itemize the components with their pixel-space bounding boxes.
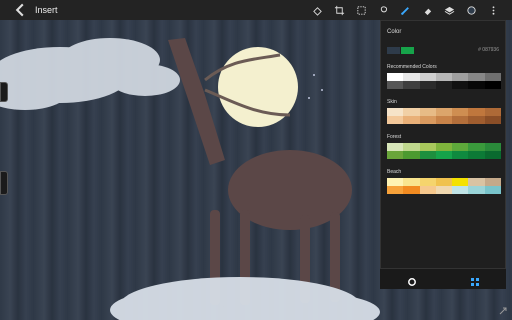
section-label: Recommended Colors	[387, 64, 437, 70]
color-swatch[interactable]	[484, 73, 501, 81]
color-hex: # 087936	[478, 47, 499, 53]
color-swatch[interactable]	[403, 186, 420, 194]
grid-icon[interactable]	[470, 274, 480, 286]
color-swatch[interactable]	[468, 143, 485, 151]
color-swatch[interactable]	[468, 186, 485, 194]
color-panel: Color # 087936 Recommended Colors Skin F…	[380, 20, 506, 288]
beach-grid	[387, 178, 501, 194]
page-title: Insert	[35, 5, 58, 15]
color-swatch[interactable]	[387, 81, 404, 89]
color-swatch[interactable]	[484, 151, 501, 159]
color-swatch[interactable]	[387, 186, 404, 194]
color-swatch[interactable]	[452, 116, 469, 124]
color-swatch[interactable]	[435, 151, 453, 159]
recommended-colors-grid	[387, 73, 501, 89]
eraser-icon[interactable]	[416, 0, 438, 20]
section-label: Skin	[387, 99, 397, 105]
cloud-left	[0, 38, 180, 110]
select-icon[interactable]	[350, 0, 372, 20]
color-swatch[interactable]	[419, 116, 436, 124]
color-swatch[interactable]	[419, 81, 436, 89]
forest-section: Forest	[387, 134, 501, 159]
expand-icon[interactable]	[498, 306, 508, 316]
tool-row	[306, 0, 504, 20]
section-label: Forest	[387, 134, 402, 140]
color-swatch[interactable]	[435, 73, 453, 81]
section-label: Beach	[387, 169, 402, 175]
color-swatch[interactable]	[484, 108, 501, 116]
fill-icon[interactable]	[306, 0, 328, 20]
color-swatch[interactable]	[435, 186, 453, 194]
color-swatch[interactable]	[403, 81, 420, 89]
color-swatch[interactable]	[419, 178, 436, 186]
brush-icon[interactable]	[394, 0, 416, 20]
stars	[308, 74, 323, 99]
current-color-swatch[interactable]	[387, 47, 400, 54]
color-swatch[interactable]	[484, 186, 501, 194]
panel-title: Color	[387, 29, 402, 35]
color-swatch[interactable]	[419, 151, 436, 159]
color-swatch[interactable]	[403, 73, 420, 81]
color-swatch[interactable]	[468, 116, 485, 124]
layers-icon[interactable]	[438, 0, 460, 20]
color-swatch[interactable]	[484, 116, 501, 124]
skin-grid	[387, 108, 501, 124]
color-swatch[interactable]	[452, 73, 469, 81]
color-swatch[interactable]	[435, 178, 453, 186]
color-icon[interactable]	[460, 0, 482, 20]
color-swatch[interactable]	[484, 178, 501, 186]
color-swatch[interactable]	[484, 143, 501, 151]
color-swatch[interactable]	[403, 151, 420, 159]
crop-icon[interactable]	[328, 0, 350, 20]
color-swatch[interactable]	[419, 108, 436, 116]
color-swatch[interactable]	[387, 116, 404, 124]
beach-section: Beach	[387, 169, 501, 194]
color-swatch[interactable]	[452, 178, 469, 186]
lasso-icon[interactable]	[372, 0, 394, 20]
color-swatch[interactable]	[452, 108, 469, 116]
color-swatch[interactable]	[468, 108, 485, 116]
color-swatch[interactable]	[387, 143, 404, 151]
color-swatch[interactable]	[452, 151, 469, 159]
circle-icon[interactable]	[407, 274, 417, 286]
color-swatch[interactable]	[419, 186, 436, 194]
color-swatch[interactable]	[435, 108, 453, 116]
color-swatch[interactable]	[387, 73, 404, 81]
color-swatch[interactable]	[452, 81, 469, 89]
color-swatch[interactable]	[435, 116, 453, 124]
previous-color-swatch[interactable]	[401, 47, 414, 54]
color-swatch[interactable]	[468, 81, 485, 89]
color-swatch[interactable]	[468, 151, 485, 159]
color-swatch[interactable]	[435, 143, 453, 151]
color-swatch[interactable]	[387, 178, 404, 186]
skin-section: Skin	[387, 99, 501, 124]
color-swatch[interactable]	[468, 178, 485, 186]
color-swatch[interactable]	[387, 151, 404, 159]
color-swatch[interactable]	[403, 178, 420, 186]
color-swatch[interactable]	[403, 108, 420, 116]
toolbar-left: Insert	[0, 3, 58, 17]
color-swatch[interactable]	[419, 143, 436, 151]
color-swatch[interactable]	[403, 116, 420, 124]
panel-bottom-bar	[380, 268, 506, 289]
side-button-bottom[interactable]	[0, 171, 8, 195]
top-toolbar: Insert	[0, 0, 512, 20]
color-swatch[interactable]	[484, 81, 501, 89]
forest-grid	[387, 143, 501, 159]
color-swatch[interactable]	[468, 73, 485, 81]
more-icon[interactable]	[482, 0, 504, 20]
color-swatch[interactable]	[435, 81, 453, 89]
color-swatch[interactable]	[387, 108, 404, 116]
chevron-left-icon[interactable]	[13, 3, 27, 17]
side-button-top[interactable]	[0, 82, 8, 102]
color-swatch[interactable]	[403, 143, 420, 151]
color-swatch[interactable]	[452, 186, 469, 194]
color-swatch[interactable]	[452, 143, 469, 151]
color-swatch[interactable]	[419, 73, 436, 81]
recommended-colors-section: Recommended Colors	[387, 64, 501, 89]
